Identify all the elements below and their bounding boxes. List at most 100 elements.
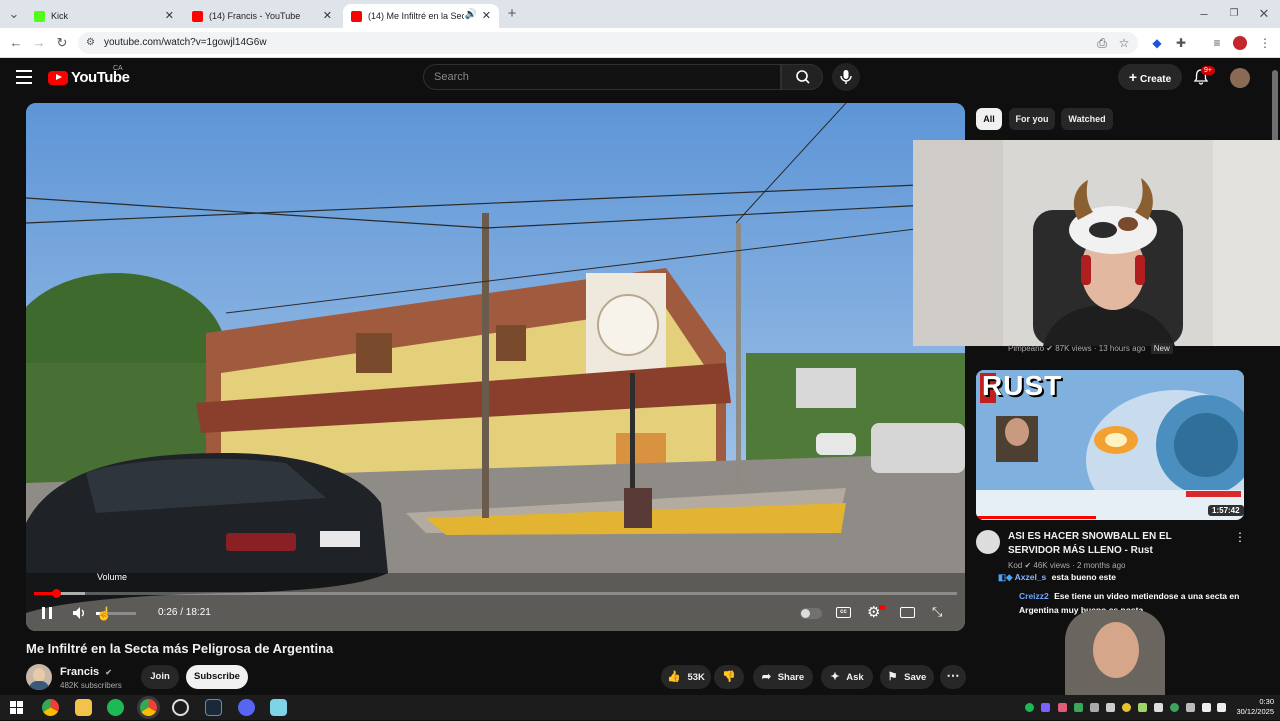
like-button[interactable]: 👍 53K — [661, 665, 711, 689]
tray-app-icon[interactable] — [1106, 703, 1115, 712]
volume-tooltip: Volume — [97, 572, 128, 582]
extension-shield-icon[interactable]: ◆ — [1149, 35, 1165, 51]
join-button[interactable]: Join — [141, 665, 179, 689]
browser-menu-icon[interactable]: ⋮ — [1257, 35, 1273, 51]
tray-app-icon[interactable] — [1058, 703, 1067, 712]
ask-button[interactable]: ✦ Ask — [821, 665, 873, 689]
bookmark-star-icon[interactable]: ☆ — [1116, 35, 1132, 51]
tab-kick[interactable]: Kick ✕ — [26, 4, 182, 28]
avatar-body — [29, 681, 49, 690]
video-frame — [26, 103, 965, 631]
windows-taskbar — [0, 695, 1280, 720]
tab-label: (14) Francis - YouTube — [209, 11, 301, 21]
tray-app-icon[interactable] — [1122, 703, 1131, 712]
windows-start-icon[interactable] — [8, 699, 25, 716]
youtube-favicon-icon — [192, 10, 203, 22]
tab-active-video[interactable]: (14) Me Infiltré en la Secta 🔊 ✕ — [343, 4, 499, 28]
hamburger-menu-icon[interactable] — [16, 70, 32, 84]
streamer-webcam-overlay — [913, 140, 1280, 346]
back-icon[interactable]: ← — [8, 35, 24, 51]
video-player[interactable] — [26, 103, 965, 631]
tray-app-icon[interactable] — [1154, 703, 1163, 712]
minimize-icon[interactable]: – — [1196, 6, 1212, 22]
voice-search-button[interactable] — [832, 63, 860, 91]
tab-francis-youtube[interactable]: (14) Francis - YouTube ✕ — [184, 4, 340, 28]
channel-avatar-kod[interactable] — [976, 530, 1000, 554]
create-button[interactable]: + Create — [1118, 64, 1182, 90]
more-options-icon[interactable]: ⋮ — [1234, 530, 1246, 544]
mouse-cursor-icon: ☝ — [96, 606, 113, 621]
captions-icon[interactable]: cc — [836, 607, 851, 618]
volume-icon[interactable] — [72, 606, 88, 620]
account-avatar[interactable] — [1230, 68, 1250, 88]
chrome-active-icon[interactable] — [140, 699, 157, 716]
obs-icon[interactable] — [172, 699, 189, 716]
steam-icon[interactable] — [205, 699, 222, 716]
channel-name[interactable]: Francis ✔ — [60, 666, 112, 678]
fullscreen-exit-icon[interactable]: ⤡ — [932, 604, 942, 620]
notepad-icon[interactable] — [270, 699, 287, 716]
recommended-video-title[interactable]: ASI ES HACER SNOWBALL EN EL SERVIDOR MÁS… — [1008, 530, 1223, 558]
extensions-puzzle-icon[interactable]: ✚ — [1173, 35, 1189, 51]
progress-bar[interactable] — [34, 589, 957, 598]
forward-icon[interactable]: → — [31, 35, 47, 51]
channel-avatar[interactable] — [26, 664, 52, 690]
bookmark-icon: ⚑ — [887, 671, 898, 683]
more-actions-button[interactable]: ⋯ — [940, 665, 966, 689]
close-tab-icon[interactable]: ✕ — [323, 9, 332, 22]
chip-watched[interactable]: Watched — [1061, 108, 1113, 130]
autoplay-knob — [801, 609, 810, 618]
dislike-button[interactable]: 👎 — [714, 665, 744, 689]
audio-playing-icon[interactable]: 🔊 — [465, 9, 477, 20]
close-tab-icon[interactable]: ✕ — [165, 9, 174, 22]
verified-check-icon: ✔ — [1046, 344, 1053, 353]
tray-spotify-icon[interactable] — [1025, 703, 1034, 712]
tray-app-icon[interactable] — [1138, 703, 1147, 712]
tray-app-icon[interactable] — [1170, 703, 1179, 712]
chip-for-you[interactable]: For you — [1009, 108, 1055, 130]
tab-label: (14) Me Infiltré en la Secta — [368, 11, 464, 21]
chat-user: Creizz2 — [1019, 591, 1049, 601]
microphone-icon — [840, 70, 852, 84]
youtube-favicon-icon — [351, 10, 362, 22]
taskbar-clock[interactable]: 0:30 30/12/2025 — [1228, 697, 1274, 717]
share-button[interactable]: ➦ Share — [753, 665, 813, 689]
theater-mode-icon[interactable] — [900, 607, 915, 618]
autoplay-toggle[interactable] — [800, 608, 822, 619]
chip-all[interactable]: All — [976, 108, 1002, 130]
clock-time: 0:30 — [1259, 697, 1274, 706]
share-arrow-icon: ➦ — [761, 671, 772, 683]
tray-app-icon[interactable] — [1041, 703, 1050, 712]
thumbs-up-icon: 👍 — [667, 671, 681, 683]
chrome-icon[interactable] — [42, 699, 59, 716]
tray-network-icon[interactable] — [1217, 703, 1226, 712]
tab-list-chevron-icon[interactable]: ⌄ — [6, 6, 22, 22]
file-explorer-icon[interactable] — [75, 699, 92, 716]
reload-icon[interactable]: ↻ — [54, 35, 70, 51]
tray-volume-icon[interactable] — [1202, 703, 1211, 712]
pause-icon[interactable] — [40, 606, 54, 620]
search-input[interactable]: Search — [423, 64, 781, 90]
restore-icon[interactable]: ❐ — [1226, 6, 1242, 22]
tray-app-icon[interactable] — [1074, 703, 1083, 712]
close-window-icon[interactable]: ✕ — [1256, 6, 1272, 22]
spotify-icon[interactable] — [107, 699, 124, 716]
discord-icon[interactable] — [238, 699, 255, 716]
recommended-video-thumbnail[interactable]: RUST — [976, 370, 1244, 520]
new-tab-icon[interactable]: + — [504, 6, 520, 22]
url-field[interactable]: ⚙ youtube.com/watch?v=1gowjl14G6w — [78, 32, 1138, 54]
search-button[interactable] — [781, 64, 823, 90]
tray-app-icon[interactable] — [1186, 703, 1195, 712]
create-label: Create — [1140, 74, 1172, 85]
tray-app-icon[interactable] — [1090, 703, 1099, 712]
site-info-icon[interactable]: ⚙ — [86, 32, 95, 54]
page-scrollbar[interactable] — [1272, 70, 1278, 144]
install-app-icon[interactable]: ⎙ — [1094, 35, 1110, 51]
profile-avatar-icon[interactable] — [1233, 36, 1247, 50]
subscribe-button[interactable]: Subscribe — [186, 665, 248, 689]
search-icon — [796, 70, 810, 84]
save-button[interactable]: ⚑ Save — [880, 665, 934, 689]
media-controls-icon[interactable]: ≡ — [1209, 35, 1225, 51]
youtube-logo[interactable]: YouTube CA — [48, 65, 130, 86]
close-tab-icon[interactable]: ✕ — [482, 9, 491, 22]
